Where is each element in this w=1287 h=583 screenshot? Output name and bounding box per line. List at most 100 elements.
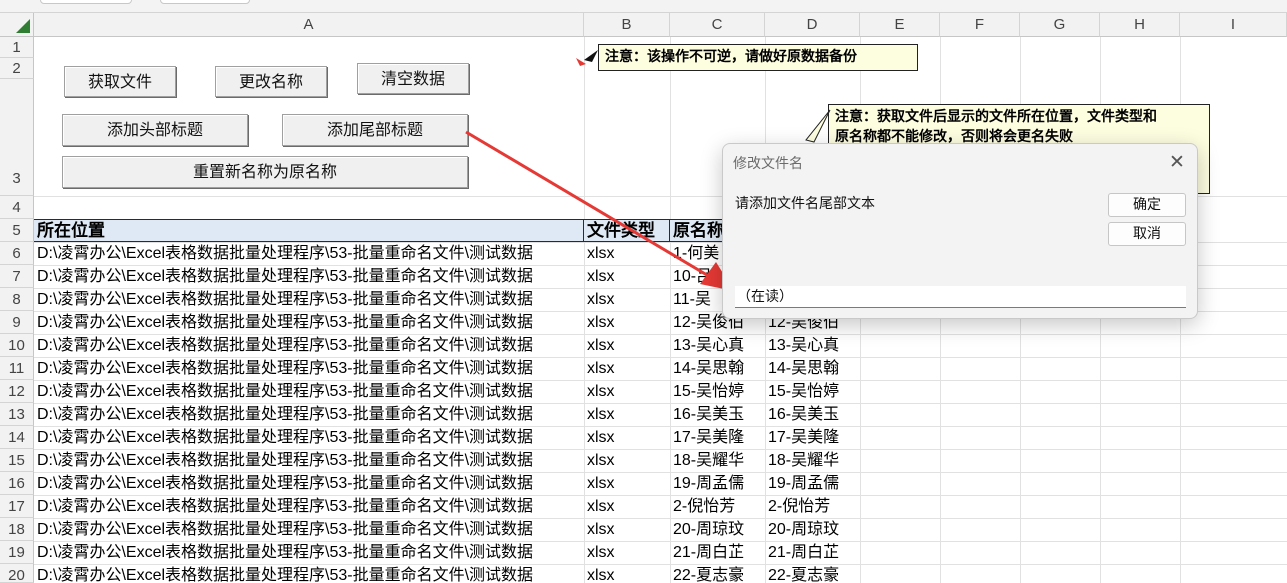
cell-original-name[interactable]: 14-吴思翰: [670, 357, 765, 380]
cell-location[interactable]: D:\凌霄办公\Excel表格数据批量处理程序\53-批量重命名文件\测试数据: [34, 357, 584, 380]
add-head-title-button[interactable]: 添加头部标题: [62, 114, 248, 146]
row-header-3[interactable]: 3: [0, 79, 34, 196]
cell-file-type[interactable]: xlsx: [584, 472, 670, 495]
clear-data-button[interactable]: 清空数据: [357, 63, 469, 94]
row-header-9[interactable]: 9: [0, 311, 34, 334]
note-pointer-1: [584, 50, 598, 62]
cell-new-name[interactable]: 2-倪怡芳: [765, 495, 860, 518]
cell-location[interactable]: D:\凌霄办公\Excel表格数据批量处理程序\53-批量重命名文件\测试数据: [34, 311, 584, 334]
cell-location[interactable]: D:\凌霄办公\Excel表格数据批量处理程序\53-批量重命名文件\测试数据: [34, 265, 584, 288]
row-header-5[interactable]: 5: [0, 219, 34, 242]
dialog-prompt: 请添加文件名尾部文本: [735, 196, 875, 212]
cell-new-name[interactable]: 21-周白芷: [765, 541, 860, 564]
ok-button[interactable]: 确定: [1108, 193, 1186, 217]
column-header-i[interactable]: I: [1180, 13, 1287, 37]
cell-location[interactable]: D:\凌霄办公\Excel表格数据批量处理程序\53-批量重命名文件\测试数据: [34, 518, 584, 541]
reset-name-button[interactable]: 重置新名称为原名称: [62, 156, 468, 188]
close-icon[interactable]: ✕: [1165, 150, 1189, 174]
cell-file-type[interactable]: xlsx: [584, 449, 670, 472]
row-header-8[interactable]: 8: [0, 288, 34, 311]
cell-location[interactable]: D:\凌霄办公\Excel表格数据批量处理程序\53-批量重命名文件\测试数据: [34, 495, 584, 518]
tab-stub-1[interactable]: [40, 0, 132, 4]
cell-location[interactable]: D:\凌霄办公\Excel表格数据批量处理程序\53-批量重命名文件\测试数据: [34, 403, 584, 426]
cell-original-name[interactable]: 19-周孟儒: [670, 472, 765, 495]
row-header-12[interactable]: 12: [0, 380, 34, 403]
cell-new-name[interactable]: 13-吴心真: [765, 334, 860, 357]
select-all-corner[interactable]: [0, 13, 34, 37]
cell-original-name[interactable]: 2-倪怡芳: [670, 495, 765, 518]
row-header-14[interactable]: 14: [0, 426, 34, 449]
row-header-4[interactable]: 4: [0, 196, 34, 219]
get-file-button[interactable]: 获取文件: [64, 66, 176, 97]
cell-original-name[interactable]: 15-吴怡婷: [670, 380, 765, 403]
row-header-16[interactable]: 16: [0, 472, 34, 495]
cell-file-type[interactable]: xlsx: [584, 426, 670, 449]
row-header-20[interactable]: 20: [0, 564, 34, 583]
cell-location[interactable]: D:\凌霄办公\Excel表格数据批量处理程序\53-批量重命名文件\测试数据: [34, 564, 584, 583]
cell-file-type[interactable]: xlsx: [584, 265, 670, 288]
row-header-17[interactable]: 17: [0, 495, 34, 518]
rename-button[interactable]: 更改名称: [215, 66, 327, 97]
cell-original-name[interactable]: 22-夏志豪: [670, 564, 765, 583]
tab-stub-2[interactable]: [160, 0, 250, 4]
column-header-b[interactable]: B: [584, 13, 670, 37]
cell-location[interactable]: D:\凌霄办公\Excel表格数据批量处理程序\53-批量重命名文件\测试数据: [34, 449, 584, 472]
row-header-2[interactable]: 2: [0, 58, 34, 79]
column-header-h[interactable]: H: [1100, 13, 1180, 37]
add-tail-title-button[interactable]: 添加尾部标题: [282, 114, 468, 146]
suffix-input[interactable]: （在读）: [735, 286, 1186, 308]
select-all-triangle-icon: [16, 19, 30, 33]
cell-new-name[interactable]: 20-周琼玟: [765, 518, 860, 541]
column-header-a[interactable]: A: [34, 13, 584, 37]
cell-new-name[interactable]: 19-周孟儒: [765, 472, 860, 495]
cell-original-name[interactable]: 20-周琼玟: [670, 518, 765, 541]
cell-new-name[interactable]: 14-吴思翰: [765, 357, 860, 380]
cell-file-type[interactable]: xlsx: [584, 541, 670, 564]
cell-location[interactable]: D:\凌霄办公\Excel表格数据批量处理程序\53-批量重命名文件\测试数据: [34, 426, 584, 449]
cell-file-type[interactable]: xlsx: [584, 518, 670, 541]
row-header-6[interactable]: 6: [0, 242, 34, 265]
row-header-11[interactable]: 11: [0, 357, 34, 380]
row-header-15[interactable]: 15: [0, 449, 34, 472]
column-header-e[interactable]: E: [860, 13, 940, 37]
cell-original-name[interactable]: 16-吴美玉: [670, 403, 765, 426]
cell-location[interactable]: D:\凌霄办公\Excel表格数据批量处理程序\53-批量重命名文件\测试数据: [34, 334, 584, 357]
cell-file-type[interactable]: xlsx: [584, 403, 670, 426]
row-header-7[interactable]: 7: [0, 265, 34, 288]
row-header-18[interactable]: 18: [0, 518, 34, 541]
cell-file-type[interactable]: xlsx: [584, 357, 670, 380]
cancel-button[interactable]: 取消: [1108, 222, 1186, 246]
cell-new-name[interactable]: 16-吴美玉: [765, 403, 860, 426]
cell-file-type[interactable]: xlsx: [584, 334, 670, 357]
row-header-10[interactable]: 10: [0, 334, 34, 357]
cell-file-type[interactable]: xlsx: [584, 242, 670, 265]
cell-location[interactable]: D:\凌霄办公\Excel表格数据批量处理程序\53-批量重命名文件\测试数据: [34, 288, 584, 311]
sheet-tab-strip: [0, 0, 1287, 13]
cell-new-name[interactable]: 17-吴美隆: [765, 426, 860, 449]
cell-file-type[interactable]: xlsx: [584, 311, 670, 334]
cell-new-name[interactable]: 18-吴耀华: [765, 449, 860, 472]
cell-file-type[interactable]: xlsx: [584, 495, 670, 518]
cell-file-type[interactable]: xlsx: [584, 564, 670, 583]
cell-location[interactable]: D:\凌霄办公\Excel表格数据批量处理程序\53-批量重命名文件\测试数据: [34, 242, 584, 265]
row-header-1[interactable]: 1: [0, 37, 34, 58]
note-pointer-2: [805, 109, 831, 143]
column-header-c[interactable]: C: [670, 13, 765, 37]
column-header-d[interactable]: D: [765, 13, 860, 37]
row-header-13[interactable]: 13: [0, 403, 34, 426]
cell-location[interactable]: D:\凌霄办公\Excel表格数据批量处理程序\53-批量重命名文件\测试数据: [34, 541, 584, 564]
cell-original-name[interactable]: 17-吴美隆: [670, 426, 765, 449]
cell-file-type[interactable]: xlsx: [584, 380, 670, 403]
cell-location[interactable]: D:\凌霄办公\Excel表格数据批量处理程序\53-批量重命名文件\测试数据: [34, 380, 584, 403]
row-header-19[interactable]: 19: [0, 541, 34, 564]
cell-location[interactable]: D:\凌霄办公\Excel表格数据批量处理程序\53-批量重命名文件\测试数据: [34, 472, 584, 495]
column-header-g[interactable]: G: [1020, 13, 1100, 37]
column-header-f[interactable]: F: [940, 13, 1020, 37]
cell-original-name[interactable]: 18-吴耀华: [670, 449, 765, 472]
cell-new-name[interactable]: 22-夏志豪: [765, 564, 860, 583]
cell-file-type[interactable]: xlsx: [584, 288, 670, 311]
note-irreversible: 注意：该操作不可逆，请做好原数据备份: [598, 44, 918, 71]
cell-original-name[interactable]: 13-吴心真: [670, 334, 765, 357]
cell-original-name[interactable]: 21-周白芷: [670, 541, 765, 564]
cell-new-name[interactable]: 15-吴怡婷: [765, 380, 860, 403]
